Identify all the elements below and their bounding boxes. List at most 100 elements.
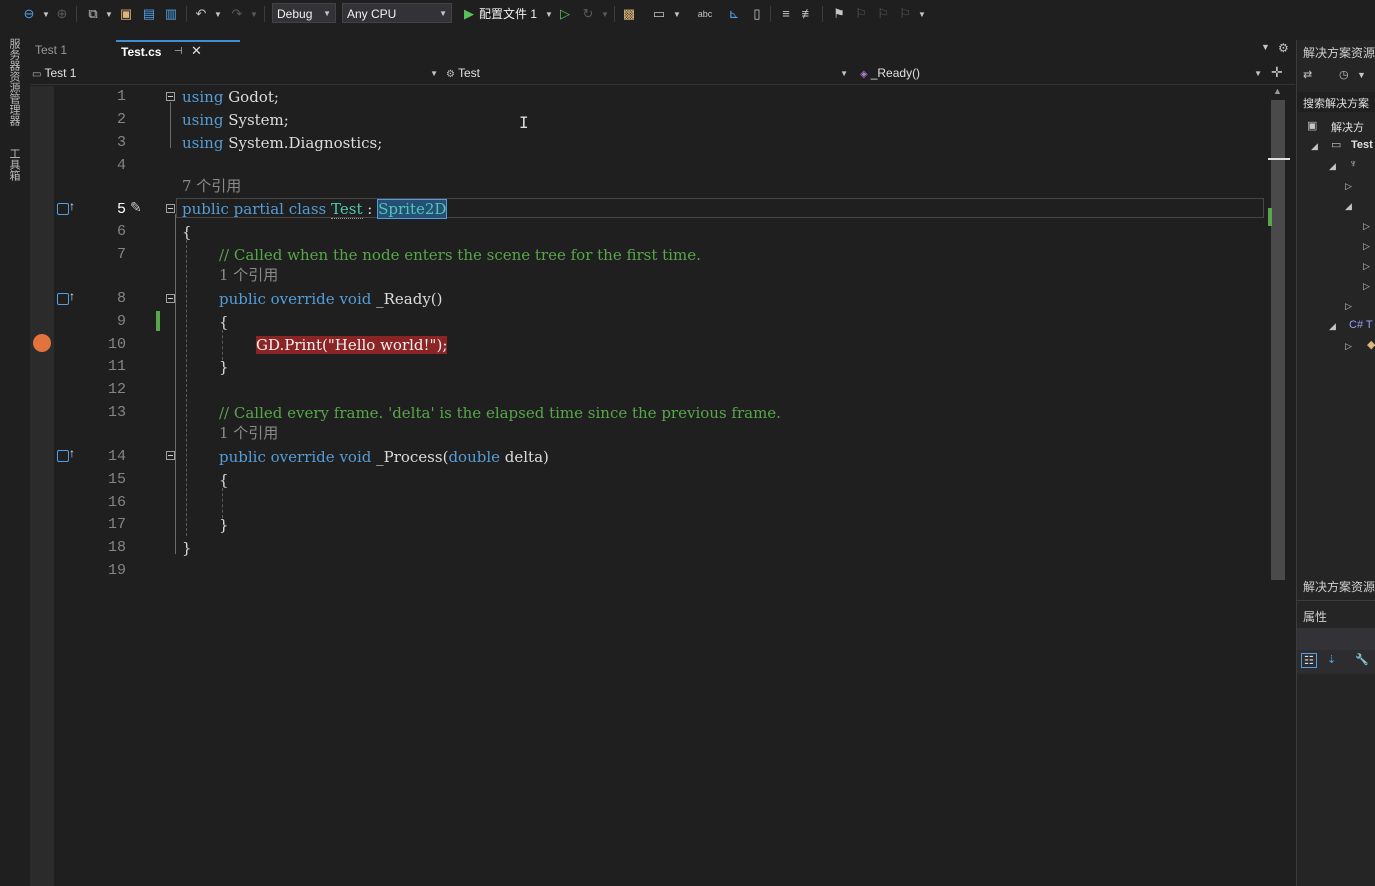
scroll-up-icon[interactable]: ▲	[1273, 86, 1282, 96]
uncomment-lines-icon[interactable]: ≢	[799, 5, 817, 23]
override-indicator-icon[interactable]: ↑	[57, 199, 79, 217]
collapse-process-icon[interactable]	[166, 451, 175, 460]
collapse-usings-icon[interactable]	[166, 92, 175, 101]
code-line-7[interactable]: // Called when the node enters the scene…	[219, 245, 701, 265]
new-project-dropdown-icon[interactable]: ▼	[105, 6, 113, 24]
hot-reload-icon[interactable]: ↻	[579, 5, 597, 23]
start-debugging-icon[interactable]: ▶	[460, 5, 478, 23]
collapse-icon[interactable]: ▷	[1363, 281, 1370, 292]
code-line-18[interactable]: }	[182, 538, 192, 558]
save-icon[interactable]: ▤	[140, 5, 158, 23]
spell-check-icon[interactable]: abc	[696, 5, 714, 23]
tree-item-solution[interactable]: 解决方	[1331, 119, 1364, 135]
code-line-1[interactable]: using Godot;	[182, 87, 279, 107]
code-line-17[interactable]: }	[219, 515, 229, 535]
scroll-position-marker	[1268, 158, 1290, 160]
undo-dropdown-icon[interactable]: ▼	[214, 6, 222, 24]
collapse-ready-icon[interactable]	[166, 294, 175, 303]
breakpoint-icon[interactable]	[33, 334, 51, 352]
save-all-icon[interactable]: ▥	[162, 5, 180, 23]
code-line-8[interactable]: public override void _Ready()	[219, 289, 443, 309]
solution-platform-select[interactable]: Any CPU ▼	[342, 3, 452, 23]
comment-lines-icon[interactable]: ≡	[777, 5, 795, 23]
toolbox-tab[interactable]: 工具箱	[7, 148, 21, 181]
code-line-14[interactable]: public override void _Process(double del…	[219, 447, 549, 467]
collapse-icon[interactable]: ▷	[1345, 301, 1352, 312]
expand-icon[interactable]: ◢	[1311, 141, 1318, 152]
chevron-down-icon[interactable]: ▼	[1357, 70, 1366, 80]
tab-test-cs[interactable]: Test.cs ⊣ ✕	[116, 40, 240, 62]
code-line-6[interactable]: {	[182, 222, 192, 242]
open-folder-icon[interactable]: ▣	[117, 5, 135, 23]
codelens-references[interactable]: 1 个引用	[219, 266, 278, 284]
property-pages-icon[interactable]: 🔧	[1355, 653, 1369, 666]
navigate-back-icon[interactable]: ⊖	[20, 5, 38, 23]
solution-search-box[interactable]: 搜索解决方案	[1297, 92, 1375, 112]
new-project-icon[interactable]: ⧉	[84, 5, 102, 23]
code-line-10[interactable]: GD.Print("Hello world!");	[256, 335, 448, 355]
code-line-15[interactable]: {	[219, 470, 229, 490]
collapse-icon[interactable]: ▷	[1345, 181, 1352, 192]
browse-folder-icon[interactable]: ▩	[620, 5, 638, 23]
code-line-9[interactable]: {	[219, 312, 229, 332]
code-line-3[interactable]: using System.Diagnostics;	[182, 133, 382, 153]
codelens-references[interactable]: 1 个引用	[219, 424, 278, 442]
start-profile-label[interactable]: 配置文件 1	[479, 5, 537, 23]
pin-icon[interactable]: ⊣	[174, 42, 183, 62]
stack-frame-icon[interactable]: ▯	[748, 5, 766, 23]
start-profile-dropdown-icon[interactable]: ▼	[545, 6, 553, 24]
override-indicator-icon[interactable]: ↑	[57, 446, 79, 464]
code-line-13[interactable]: // Called every frame. 'delta' is the el…	[219, 403, 781, 423]
clear-bookmarks-icon[interactable]: ⚐	[896, 5, 914, 23]
expand-icon[interactable]: ◢	[1329, 161, 1336, 172]
code-line-2[interactable]: using System;	[182, 110, 289, 130]
expand-icon[interactable]: ◢	[1345, 201, 1352, 212]
solution-configuration-select[interactable]: Debug ▼	[272, 3, 336, 23]
collapse-icon[interactable]: ▷	[1363, 241, 1370, 252]
redo-icon[interactable]: ↷	[228, 5, 246, 23]
code-line-11[interactable]: }	[219, 357, 229, 377]
gear-icon[interactable]: ⚙	[1278, 41, 1289, 55]
expand-icon[interactable]: ◢	[1329, 321, 1336, 332]
code-line-5[interactable]: public partial class Test : Sprite2D	[182, 199, 448, 219]
navigate-back-dropdown-icon[interactable]: ▼	[42, 6, 50, 24]
tab-list-dropdown-icon[interactable]: ▼	[1261, 42, 1270, 52]
collapse-icon[interactable]: ▷	[1345, 341, 1352, 352]
collapse-class-icon[interactable]	[166, 204, 175, 213]
quick-actions-icon[interactable]: ✎	[130, 199, 142, 216]
categorized-icon[interactable]: ☷	[1301, 653, 1317, 668]
properties-object-select[interactable]	[1297, 628, 1375, 650]
split-window-icon[interactable]: ✛	[1271, 64, 1283, 81]
solution-explorer-bottom-tab[interactable]: 解决方案资源	[1303, 578, 1375, 595]
redo-dropdown-icon[interactable]: ▼	[250, 6, 258, 24]
member-select[interactable]: ◈ _Ready() ▼	[860, 64, 1266, 83]
collapse-icon[interactable]: ▷	[1363, 221, 1370, 232]
alphabetical-icon[interactable]: ⇣	[1327, 653, 1336, 666]
start-without-debugging-icon[interactable]: ▷	[556, 5, 574, 23]
hot-reload-dropdown-icon[interactable]: ▼	[601, 6, 609, 24]
override-indicator-icon[interactable]: ↑	[57, 289, 79, 307]
glyph-margin[interactable]	[30, 86, 54, 886]
navigate-forward-icon[interactable]: ⊕	[53, 5, 71, 23]
history-icon[interactable]: ◷	[1339, 68, 1349, 81]
collapse-icon[interactable]: ▷	[1363, 261, 1370, 272]
toolbar-overflow-icon[interactable]: ▼	[918, 6, 926, 24]
codelens-references[interactable]: 7 个引用	[182, 177, 241, 195]
type-select[interactable]: ⚙ Test ▼	[446, 64, 852, 83]
vertical-scrollbar[interactable]: ▲	[1268, 86, 1290, 886]
layout-icon[interactable]: ▭	[650, 5, 668, 23]
tree-item-project[interactable]: Test	[1351, 139, 1373, 151]
previous-bookmark-icon[interactable]: ⚐	[852, 5, 870, 23]
close-icon[interactable]: ✕	[191, 41, 202, 61]
layout-dropdown-icon[interactable]: ▼	[673, 6, 681, 24]
tab-test1[interactable]: Test 1	[30, 40, 114, 62]
sync-icon[interactable]: ⇄	[1303, 68, 1312, 81]
undo-icon[interactable]: ↶	[192, 5, 210, 23]
bookmark-icon[interactable]: ⚑	[830, 5, 848, 23]
server-explorer-tab[interactable]: 服务器资源管理器	[7, 38, 21, 126]
tree-item-csharp-file[interactable]: C# T	[1349, 319, 1373, 331]
scrollbar-thumb[interactable]	[1271, 100, 1285, 580]
next-bookmark-icon[interactable]: ⚐	[874, 5, 892, 23]
project-select[interactable]: ▭ Test 1 ▼	[32, 64, 442, 83]
step-icon[interactable]: ⊾	[725, 5, 743, 23]
